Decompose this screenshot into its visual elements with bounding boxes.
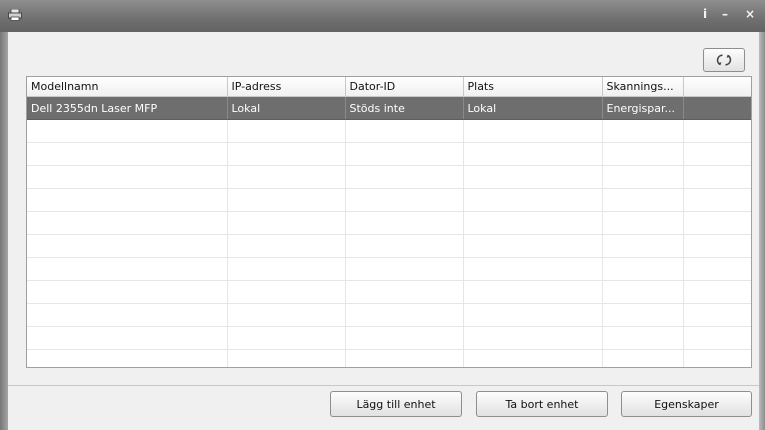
printer-icon [8,9,22,21]
table-row-empty [27,257,751,281]
window-client-area: Modellnamn IP-adress Dator-ID Plats Skan… [8,32,759,430]
table-row-empty [27,211,751,235]
properties-button[interactable]: Egenskaper [621,391,752,417]
add-device-button[interactable]: Lägg till enhet [330,391,462,417]
table-header-row: Modellnamn IP-adress Dator-ID Plats Skan… [27,77,751,97]
window-frame-right [759,32,765,430]
table-row-empty [27,326,751,350]
column-header-ip-address[interactable]: IP-adress [227,77,346,97]
window-frame-left [0,32,8,430]
app-window: i – × Modellnamn IP-adress Dator-ID Plat… [0,0,765,430]
cell-model-name: Dell 2355dn Laser MFP [27,96,228,120]
minimize-icon[interactable]: – [722,7,728,21]
title-bar[interactable]: i – × [0,0,765,32]
column-header-scanning[interactable]: Skannings... [602,77,684,97]
remove-device-button[interactable]: Ta bort enhet [476,391,608,417]
bottom-divider [8,385,759,386]
table-row-empty [27,165,751,189]
cell-scanning: Energispar... [602,96,684,120]
cell-location: Lokal [463,96,603,120]
cell-computer-id: Stöds inte [345,96,464,120]
cell-ip-address: Lokal [227,96,346,120]
close-icon[interactable]: × [745,7,755,21]
refresh-button[interactable] [703,48,745,72]
table-row-empty [27,303,751,327]
table-row-empty [27,280,751,304]
column-header-computer-id[interactable]: Dator-ID [345,77,464,97]
device-table: Modellnamn IP-adress Dator-ID Plats Skan… [27,77,751,367]
info-icon[interactable]: i [703,7,707,21]
table-row-empty [27,234,751,258]
cell-extra [683,96,751,120]
table-row-empty [27,119,751,143]
column-header-model-name[interactable]: Modellnamn [27,77,228,97]
column-header-location[interactable]: Plats [463,77,603,97]
device-list[interactable]: Modellnamn IP-adress Dator-ID Plats Skan… [26,76,752,368]
table-row-empty [27,349,751,367]
table-row-empty [27,142,751,166]
table-row-empty [27,188,751,212]
table-row-selected[interactable]: Dell 2355dn Laser MFP Lokal Stöds inte L… [27,96,751,120]
refresh-icon [716,54,732,66]
column-header-extra[interactable] [683,77,751,97]
